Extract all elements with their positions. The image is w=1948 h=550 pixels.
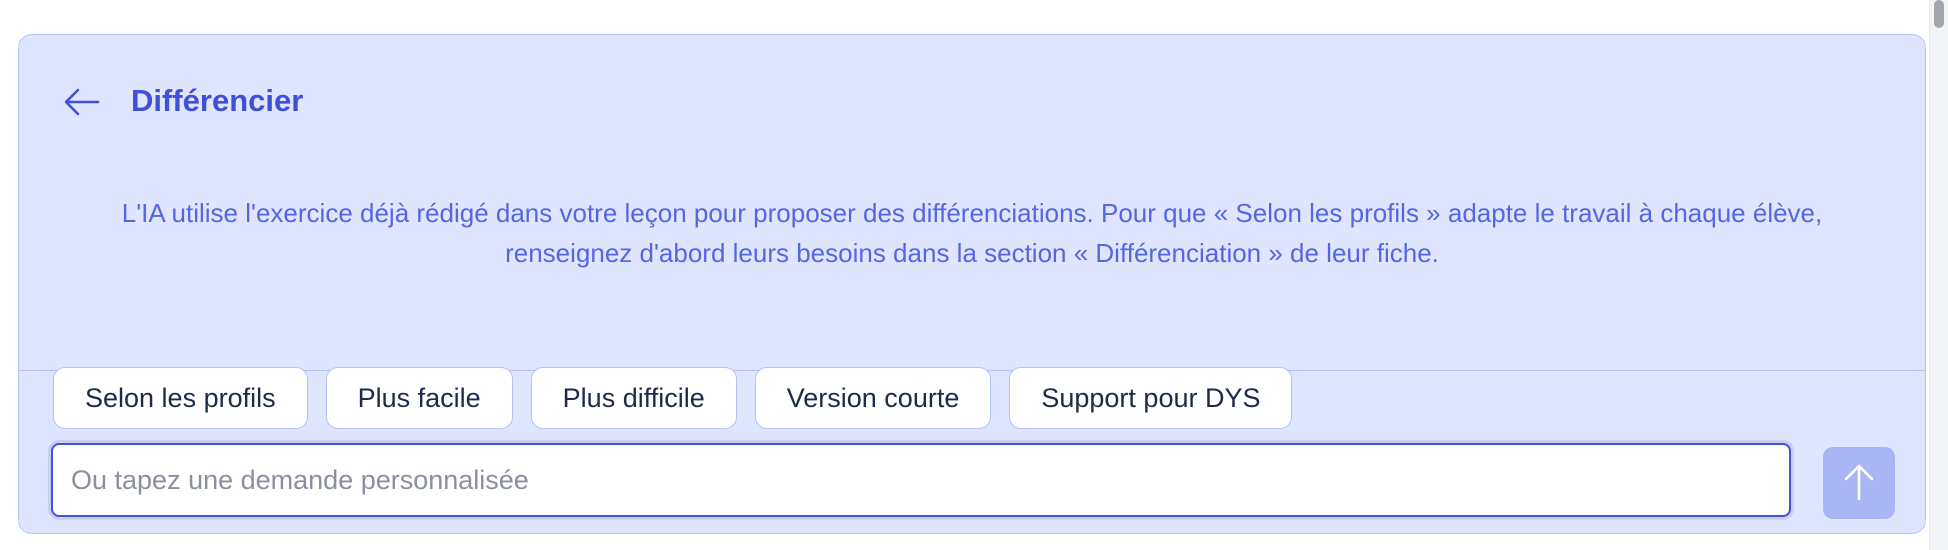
page-scrollbar[interactable] [1929,0,1948,550]
chip-selon-les-profils[interactable]: Selon les profils [53,367,308,429]
scrollbar-thumb[interactable] [1934,0,1944,28]
chip-support-pour-dys[interactable]: Support pour DYS [1009,367,1293,429]
suggestion-chips: Selon les profils Plus facile Plus diffi… [53,367,1293,429]
panel-title: Différencier [131,83,304,118]
back-button[interactable] [59,79,105,125]
panel-header: Différencier L'IA utilise l'exercice déj… [19,35,1925,371]
differencier-panel: Différencier L'IA utilise l'exercice déj… [18,34,1926,534]
chip-plus-difficile[interactable]: Plus difficile [530,367,737,429]
chip-version-courte[interactable]: Version courte [754,367,992,429]
prompt-input-wrapper [51,443,1791,517]
arrow-left-icon [64,88,100,116]
chip-plus-facile[interactable]: Plus facile [325,367,513,429]
prompt-input[interactable] [53,445,1789,515]
panel-description: L'IA utilise l'exercice déjà rédigé dans… [121,198,1823,268]
prompt-row [51,443,1895,519]
send-button[interactable] [1823,447,1895,519]
arrow-up-icon [1844,464,1874,501]
